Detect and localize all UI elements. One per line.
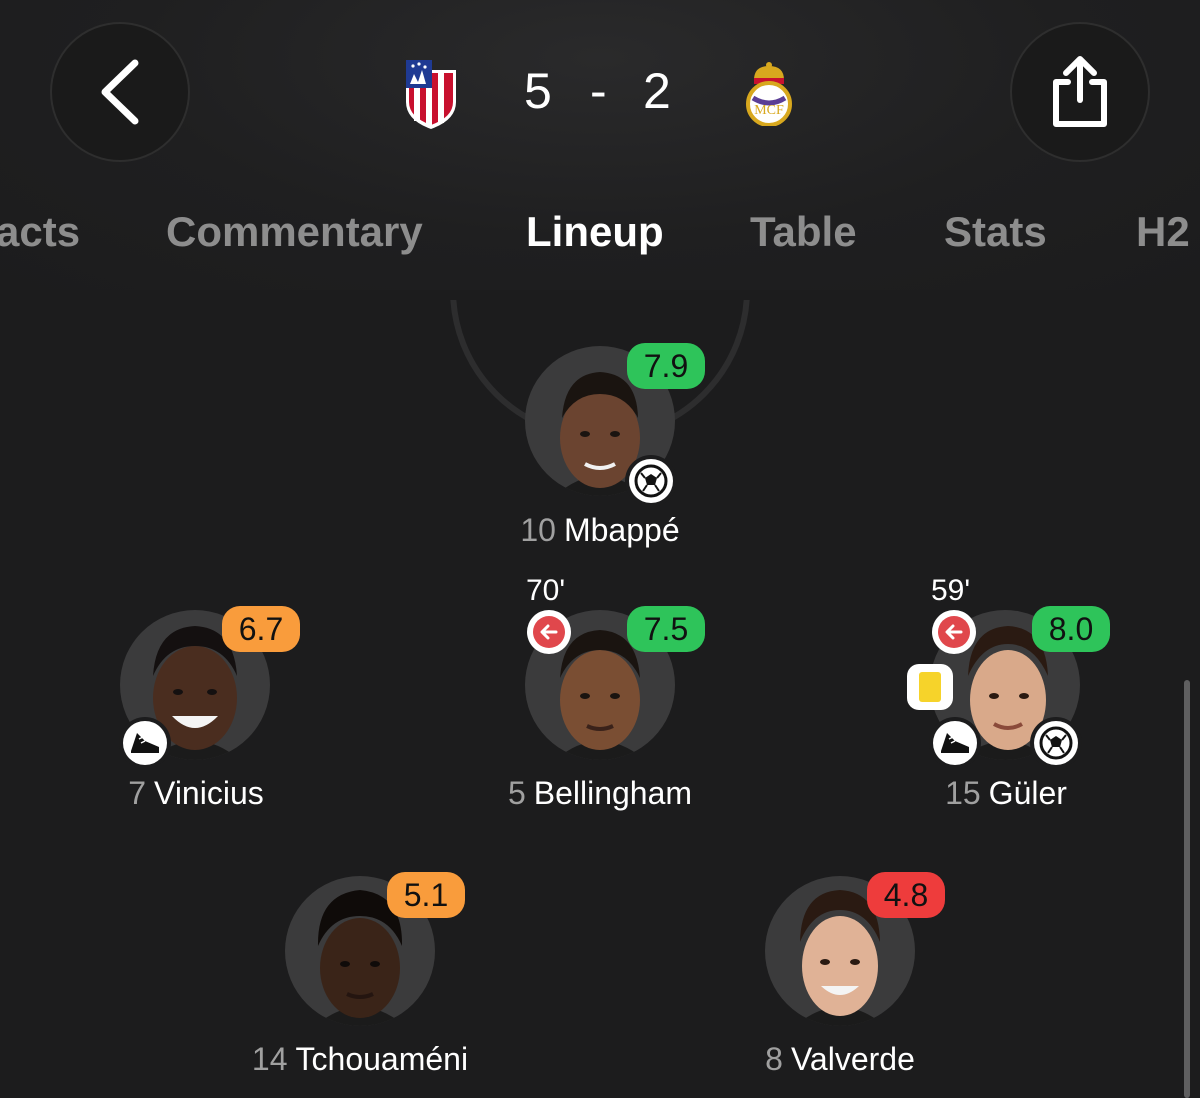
player-name-label: 10 Mbappé — [520, 512, 680, 548]
rating-badge: 4.8 — [867, 872, 945, 918]
rating-badge: 7.9 — [627, 343, 705, 389]
tab-lineup[interactable]: Lineup — [526, 200, 664, 264]
share-button[interactable] — [1010, 22, 1150, 162]
tab-stats[interactable]: Stats — [944, 200, 1047, 264]
tab-h2h[interactable]: H2 — [1136, 200, 1190, 264]
rating-badge: 6.7 — [222, 606, 300, 652]
goal-icon — [629, 459, 673, 503]
sub-minute-label: 70' — [526, 574, 566, 607]
substitution-out-icon — [932, 610, 976, 654]
tab-table[interactable]: Table — [750, 200, 857, 264]
real-madrid-crest[interactable]: MCF — [744, 62, 794, 131]
assist-boot-icon — [123, 721, 167, 765]
tab-facts[interactable]: acts — [0, 200, 80, 264]
player-name-label: 14 Tchouaméni — [251, 1041, 469, 1077]
match-header: 5 - 2 MCF acts Commentary Lineup Table S… — [0, 0, 1200, 290]
yellow-card-icon — [907, 664, 953, 710]
goal-icon — [1034, 721, 1078, 765]
tab-commentary[interactable]: Commentary — [166, 200, 423, 264]
player-name-label: 8 Valverde — [765, 1041, 915, 1077]
sub-minute-label: 59' — [931, 574, 971, 607]
atletico-madrid-crest[interactable] — [404, 58, 458, 135]
rating-badge: 8.0 — [1032, 606, 1110, 652]
player-name-label: 15 Güler — [945, 775, 1067, 811]
away-score: 2 — [643, 63, 671, 119]
player-name-label: 7 Vinicius — [128, 775, 264, 811]
svg-text:MCF: MCF — [754, 103, 784, 118]
player-name-label: 5 Bellingham — [507, 775, 693, 811]
home-score: 5 — [524, 63, 552, 119]
substitution-out-icon — [527, 610, 571, 654]
scrollbar[interactable] — [1184, 680, 1190, 1098]
tab-bar: acts Commentary Lineup Table Stats H2 — [0, 200, 1200, 270]
score-separator: - — [590, 63, 607, 119]
assist-boot-icon — [933, 721, 977, 765]
rating-badge: 5.1 — [387, 872, 465, 918]
rating-badge: 7.5 — [627, 606, 705, 652]
share-icon — [1053, 56, 1107, 127]
